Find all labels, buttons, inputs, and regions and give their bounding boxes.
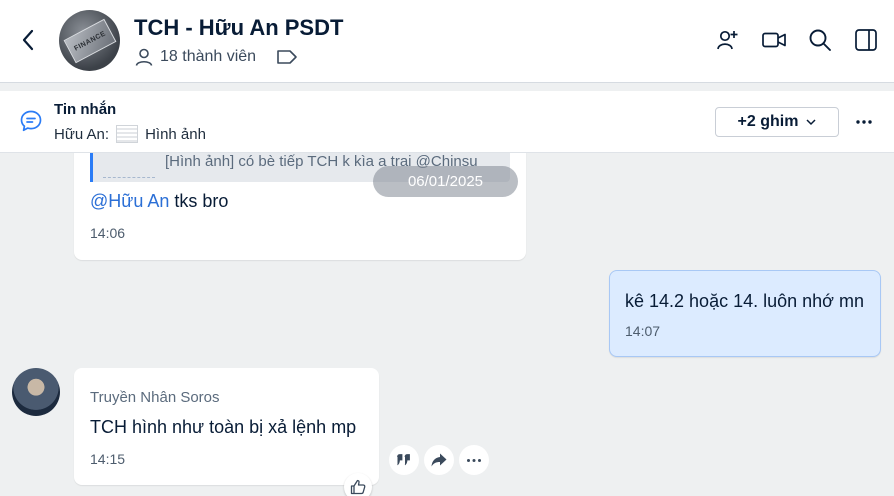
chevron-down-icon [806, 119, 816, 126]
back-icon [22, 29, 34, 51]
more-horizontal-icon [856, 120, 872, 124]
sender-name[interactable]: Truyền Nhân Soros [90, 389, 220, 406]
message-time: 14:15 [90, 451, 126, 467]
forward-icon [431, 453, 447, 467]
pinned-title: Tin nhắn [54, 101, 117, 118]
search-button[interactable] [806, 26, 834, 54]
own-message-bubble[interactable]: kê 14.2 hoặc 14. luôn nhớ mn 14:07 [609, 270, 881, 357]
mention-link[interactable]: @Hữu An [90, 191, 169, 211]
reply-button[interactable] [389, 445, 419, 475]
person-icon [135, 48, 153, 66]
message-body: tks bro [169, 191, 229, 211]
more-horizontal-icon [467, 458, 481, 462]
sender-avatar[interactable] [12, 368, 60, 416]
message-text: kê 14.2 hoặc 14. luôn nhớ mn [625, 291, 864, 311]
message-time: 14:06 [90, 225, 126, 241]
group-avatar[interactable]: FINANCE [59, 10, 120, 71]
back-button[interactable] [14, 26, 42, 54]
header-actions [714, 26, 880, 54]
add-user-icon [717, 30, 738, 50]
message-time: 14:07 [625, 323, 661, 339]
like-button[interactable] [344, 473, 372, 496]
video-call-button[interactable] [760, 26, 788, 54]
message-text: TCH hình như toàn bị xả lệnh mp [90, 417, 357, 437]
pinned-count-label: +2 ghim [737, 113, 799, 130]
tag-icon [277, 50, 297, 64]
message-bubble[interactable]: Truyền Nhân Soros TCH hình như toàn bị x… [74, 368, 379, 485]
quote-icon [397, 454, 410, 466]
members-info[interactable]: 18 thành viên [134, 47, 298, 67]
pinned-count-dropdown[interactable]: +2 ghim [715, 107, 839, 137]
pinned-image-thumbnail [116, 125, 139, 143]
search-icon [809, 29, 831, 51]
forward-button[interactable] [424, 445, 454, 475]
pinned-preview-text: Hình ảnh [145, 125, 206, 143]
video-call-icon [762, 32, 786, 48]
chat-header: FINANCE TCH - Hữu An PSDT 18 thành viên [0, 0, 894, 83]
sidebar-toggle-button[interactable] [852, 26, 880, 54]
sidebar-toggle-icon [855, 29, 877, 51]
group-avatar-text: FINANCE [72, 29, 107, 52]
message-more-button[interactable] [459, 445, 489, 475]
tag-button[interactable] [276, 49, 298, 65]
pinned-more-button[interactable] [851, 110, 877, 134]
members-count: 18 thành viên [160, 48, 257, 65]
message-text: @Hữu An tks bro [90, 191, 228, 212]
date-separator: 06/01/2025 [373, 166, 518, 197]
chat-title[interactable]: TCH - Hữu An PSDT [134, 15, 343, 41]
pinned-sender: Hữu An: [54, 125, 110, 143]
message-icon [19, 109, 43, 138]
thumbs-up-icon [350, 479, 366, 495]
pinned-preview: Hữu An: Hình ảnh [54, 125, 206, 143]
add-member-button[interactable] [714, 26, 742, 54]
